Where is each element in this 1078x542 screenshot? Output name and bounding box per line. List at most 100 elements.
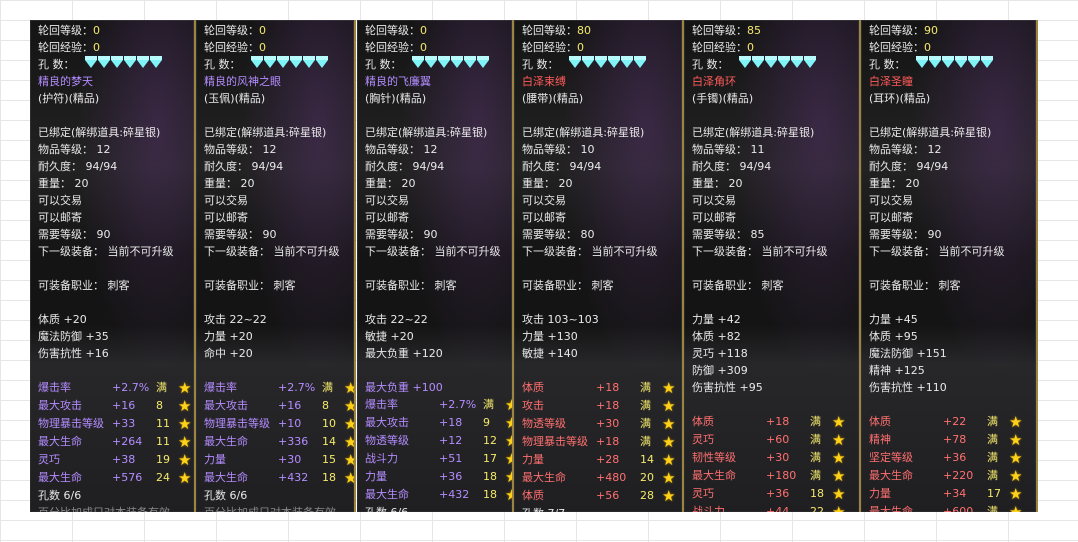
diamond-gem-icon	[607, 55, 620, 68]
item-req: 需要等级： 90	[365, 228, 438, 241]
item-bound: 已绑定(解绑道具:碎星银)	[869, 126, 992, 139]
diamond-gem-icon	[276, 55, 289, 68]
reincarnation-level-value: 90	[924, 24, 938, 37]
panel-divider	[1036, 20, 1038, 512]
attribute-value: +33	[112, 417, 136, 430]
star-icon: ★	[505, 414, 512, 432]
attribute-name: 坚定等级	[869, 451, 913, 464]
attribute-grade: 10	[322, 417, 336, 430]
star-icon: ★	[178, 379, 192, 397]
item-bound: 已绑定(解绑道具:碎星银)	[38, 126, 161, 139]
attribute-name: 力量	[365, 470, 387, 483]
socket-count: 孔数 6/6	[38, 489, 82, 502]
item-next: 下一级装备： 当前不可升级	[204, 245, 340, 258]
socket-label: 孔 数：	[38, 58, 75, 71]
reincarnation-exp-label: 轮回经验：	[365, 41, 420, 54]
attribute-value: +16	[112, 399, 136, 412]
socket-count: 孔数 6/6	[204, 489, 248, 502]
attribute-name: 最大攻击	[204, 399, 248, 412]
star-icon: ★	[832, 503, 846, 513]
attribute-grade: 满	[987, 451, 998, 464]
attribute-value: +2.7%	[112, 381, 150, 394]
socket-row: 孔 数：	[522, 55, 682, 73]
percent-note: 百分比加成只对本装备有效	[204, 504, 354, 512]
diamond-gem-icon	[594, 55, 607, 68]
attribute-name: 最大生命	[204, 471, 248, 484]
reincarnation-exp-value: 0	[577, 41, 584, 54]
star-icon: ★	[1009, 431, 1023, 449]
diamond-gem-icon	[620, 55, 633, 68]
reincarnation-level-row: 轮回等级：80	[522, 22, 682, 39]
item-weight: 重量： 20	[522, 177, 573, 190]
random-attribute-row: 物透等级 +30 满 ★	[522, 415, 682, 433]
attribute-grade: 11	[156, 417, 170, 430]
reincarnation-exp-row: 轮回经验：0	[869, 39, 1036, 56]
star-icon: ★	[1009, 485, 1023, 503]
item-job: 可装备职业： 刺客	[38, 279, 130, 292]
socket-row: 孔 数：	[204, 55, 354, 73]
attribute-name: 灵巧	[692, 433, 714, 446]
item-tradable: 可以交易	[522, 194, 566, 207]
attribute-name: 最大生命	[522, 471, 566, 484]
attribute-grade: 满	[987, 433, 998, 446]
star-icon: ★	[1009, 413, 1023, 431]
extra-stat: 最大负重 +100	[365, 381, 443, 394]
diamond-gem-icon	[110, 55, 123, 68]
attribute-name: 体质	[522, 381, 544, 394]
attribute-grade: 12	[483, 434, 497, 447]
attribute-value: +56	[596, 489, 620, 502]
base-stat: 敏捷 +20	[365, 330, 414, 343]
item-tooltip-card: 轮回等级：85 轮回经验：0 孔 数： 白泽角环 (手镯)(精品) 已绑定(解绑道具:碎星…	[684, 20, 859, 512]
reincarnation-level-row: 轮回等级：0	[38, 22, 194, 39]
gem-icons	[915, 55, 994, 74]
base-stat: 伤害抗性 +110	[869, 381, 947, 394]
random-attribute-row: 爆击率 +2.7% 满 ★	[38, 379, 194, 397]
diamond-gem-icon	[967, 55, 980, 68]
attribute-grade: 满	[810, 451, 821, 464]
attribute-name: 最大生命	[365, 488, 409, 501]
attribute-name: 体质	[869, 415, 891, 428]
item-weight: 重量： 20	[692, 177, 743, 190]
item-mailable: 可以邮寄	[522, 211, 566, 224]
diamond-gem-icon	[123, 55, 136, 68]
item-next: 下一级装备： 当前不可升级	[522, 245, 658, 258]
item-req: 需要等级： 80	[522, 228, 595, 241]
attribute-grade: 24	[156, 471, 170, 484]
base-stat: 魔法防御 +35	[38, 330, 109, 343]
reincarnation-exp-value: 0	[420, 41, 427, 54]
item-req: 需要等级： 90	[204, 228, 277, 241]
attribute-grade: 满	[987, 415, 998, 428]
attribute-value: +576	[112, 471, 143, 484]
attribute-name: 战斗力	[365, 452, 398, 465]
star-icon: ★	[505, 450, 512, 468]
reincarnation-exp-value: 0	[259, 41, 266, 54]
item-type: (手镯)(精品)	[692, 92, 754, 105]
reincarnation-exp-row: 轮回经验：0	[692, 39, 859, 56]
item-job: 可装备职业： 刺客	[692, 279, 784, 292]
diamond-gem-icon	[84, 55, 97, 68]
item-mailable: 可以邮寄	[204, 211, 248, 224]
base-stat: 攻击 103~103	[522, 313, 599, 326]
diamond-gem-icon	[463, 55, 476, 68]
attribute-value: +36	[943, 451, 967, 464]
item-mailable: 可以邮寄	[38, 211, 82, 224]
item-weight: 重量： 20	[869, 177, 920, 190]
reincarnation-exp-row: 轮回经验：0	[365, 39, 512, 56]
item-name: 精良的梦天	[38, 75, 93, 88]
reincarnation-level-value: 0	[420, 24, 427, 37]
reincarnation-level-row: 轮回等级：85	[692, 22, 859, 39]
item-next: 下一级装备： 当前不可升级	[38, 245, 174, 258]
item-item-level: 物品等级： 12	[869, 143, 942, 156]
base-stat: 命中 +20	[204, 347, 253, 360]
attribute-value: +60	[766, 433, 790, 446]
random-attribute-row: 最大生命 +432 18 ★	[365, 486, 512, 504]
attribute-grade: 满	[640, 417, 651, 430]
random-attribute-row: 体质 +22 满 ★	[869, 413, 1036, 431]
random-attribute-row: 体质 +56 28 ★	[522, 487, 682, 505]
attribute-value: +51	[439, 452, 463, 465]
